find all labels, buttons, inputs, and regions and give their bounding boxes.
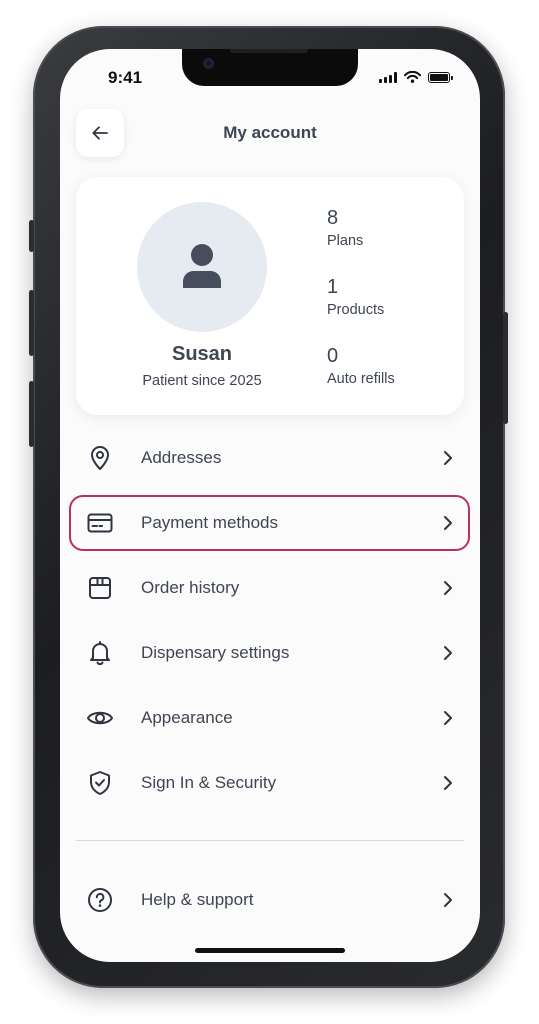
chevron-right-icon (440, 645, 456, 661)
menu-label: Order history (141, 578, 240, 597)
status-icons (379, 71, 453, 83)
eye-icon (86, 704, 114, 732)
menu-label: Sign In & Security (141, 773, 277, 792)
stat-plans[interactable]: 8 Plans (327, 207, 363, 249)
stat-value: 8 (327, 207, 339, 229)
cellular-signal-icon (379, 71, 397, 83)
box-icon (86, 574, 114, 602)
menu-label: Payment methods (141, 513, 279, 532)
stat-value: 0 (327, 345, 339, 367)
person-icon (183, 244, 221, 288)
stat-label: Plans (327, 233, 364, 249)
page-title: My account (223, 123, 317, 142)
patient-since: Patient since 2025 (142, 373, 262, 389)
menu-item-appearance[interactable]: Appearance (76, 690, 464, 746)
battery-icon (428, 71, 453, 83)
menu-label: Appearance (141, 708, 233, 727)
divider (76, 840, 464, 841)
stat-auto-refills[interactable]: 0 Auto refills (327, 345, 395, 387)
map-pin-icon (86, 444, 114, 472)
chevron-right-icon (440, 515, 456, 531)
chevron-right-icon (440, 450, 456, 466)
bell-icon (86, 639, 114, 667)
chevron-right-icon (440, 775, 456, 791)
menu-item-sign-in-security[interactable]: Sign In & Security (76, 755, 464, 811)
chevron-right-icon (440, 710, 456, 726)
silent-switch (29, 220, 34, 252)
shield-check-icon (86, 769, 114, 797)
stat-label: Products (327, 302, 385, 318)
screen: 9:41 My account Susan Patient since 2025… (60, 49, 480, 962)
menu-label: Help & support (141, 890, 254, 909)
chevron-right-icon (440, 892, 456, 908)
help-circle-icon (86, 886, 114, 914)
profile-card: Susan Patient since 2025 8 Plans 1 Produ… (76, 177, 464, 415)
menu-item-help-support[interactable]: Help & support (76, 872, 464, 928)
menu-item-addresses[interactable]: Addresses (76, 430, 464, 486)
stat-label: Auto refills (327, 371, 395, 387)
power-button (503, 312, 508, 424)
volume-up-button (29, 290, 34, 356)
status-time: 9:41 (108, 68, 143, 87)
stat-value: 1 (327, 276, 339, 298)
avatar[interactable] (137, 202, 267, 332)
credit-card-icon (86, 509, 114, 537)
chevron-right-icon (440, 580, 456, 596)
menu-label: Addresses (141, 448, 222, 467)
menu-label: Dispensary settings (141, 643, 290, 662)
volume-down-button (29, 381, 34, 447)
stat-products[interactable]: 1 Products (327, 276, 384, 318)
menu-item-dispensary-settings[interactable]: Dispensary settings (76, 625, 464, 681)
menu-item-order-history[interactable]: Order history (76, 560, 464, 616)
camera-icon (203, 58, 214, 69)
profile-name: Susan (171, 343, 233, 365)
home-indicator[interactable] (195, 948, 345, 953)
notch (182, 49, 358, 86)
menu-item-payment-methods[interactable]: Payment methods (76, 495, 464, 551)
speaker-grille (230, 49, 308, 53)
wifi-icon (404, 71, 421, 83)
